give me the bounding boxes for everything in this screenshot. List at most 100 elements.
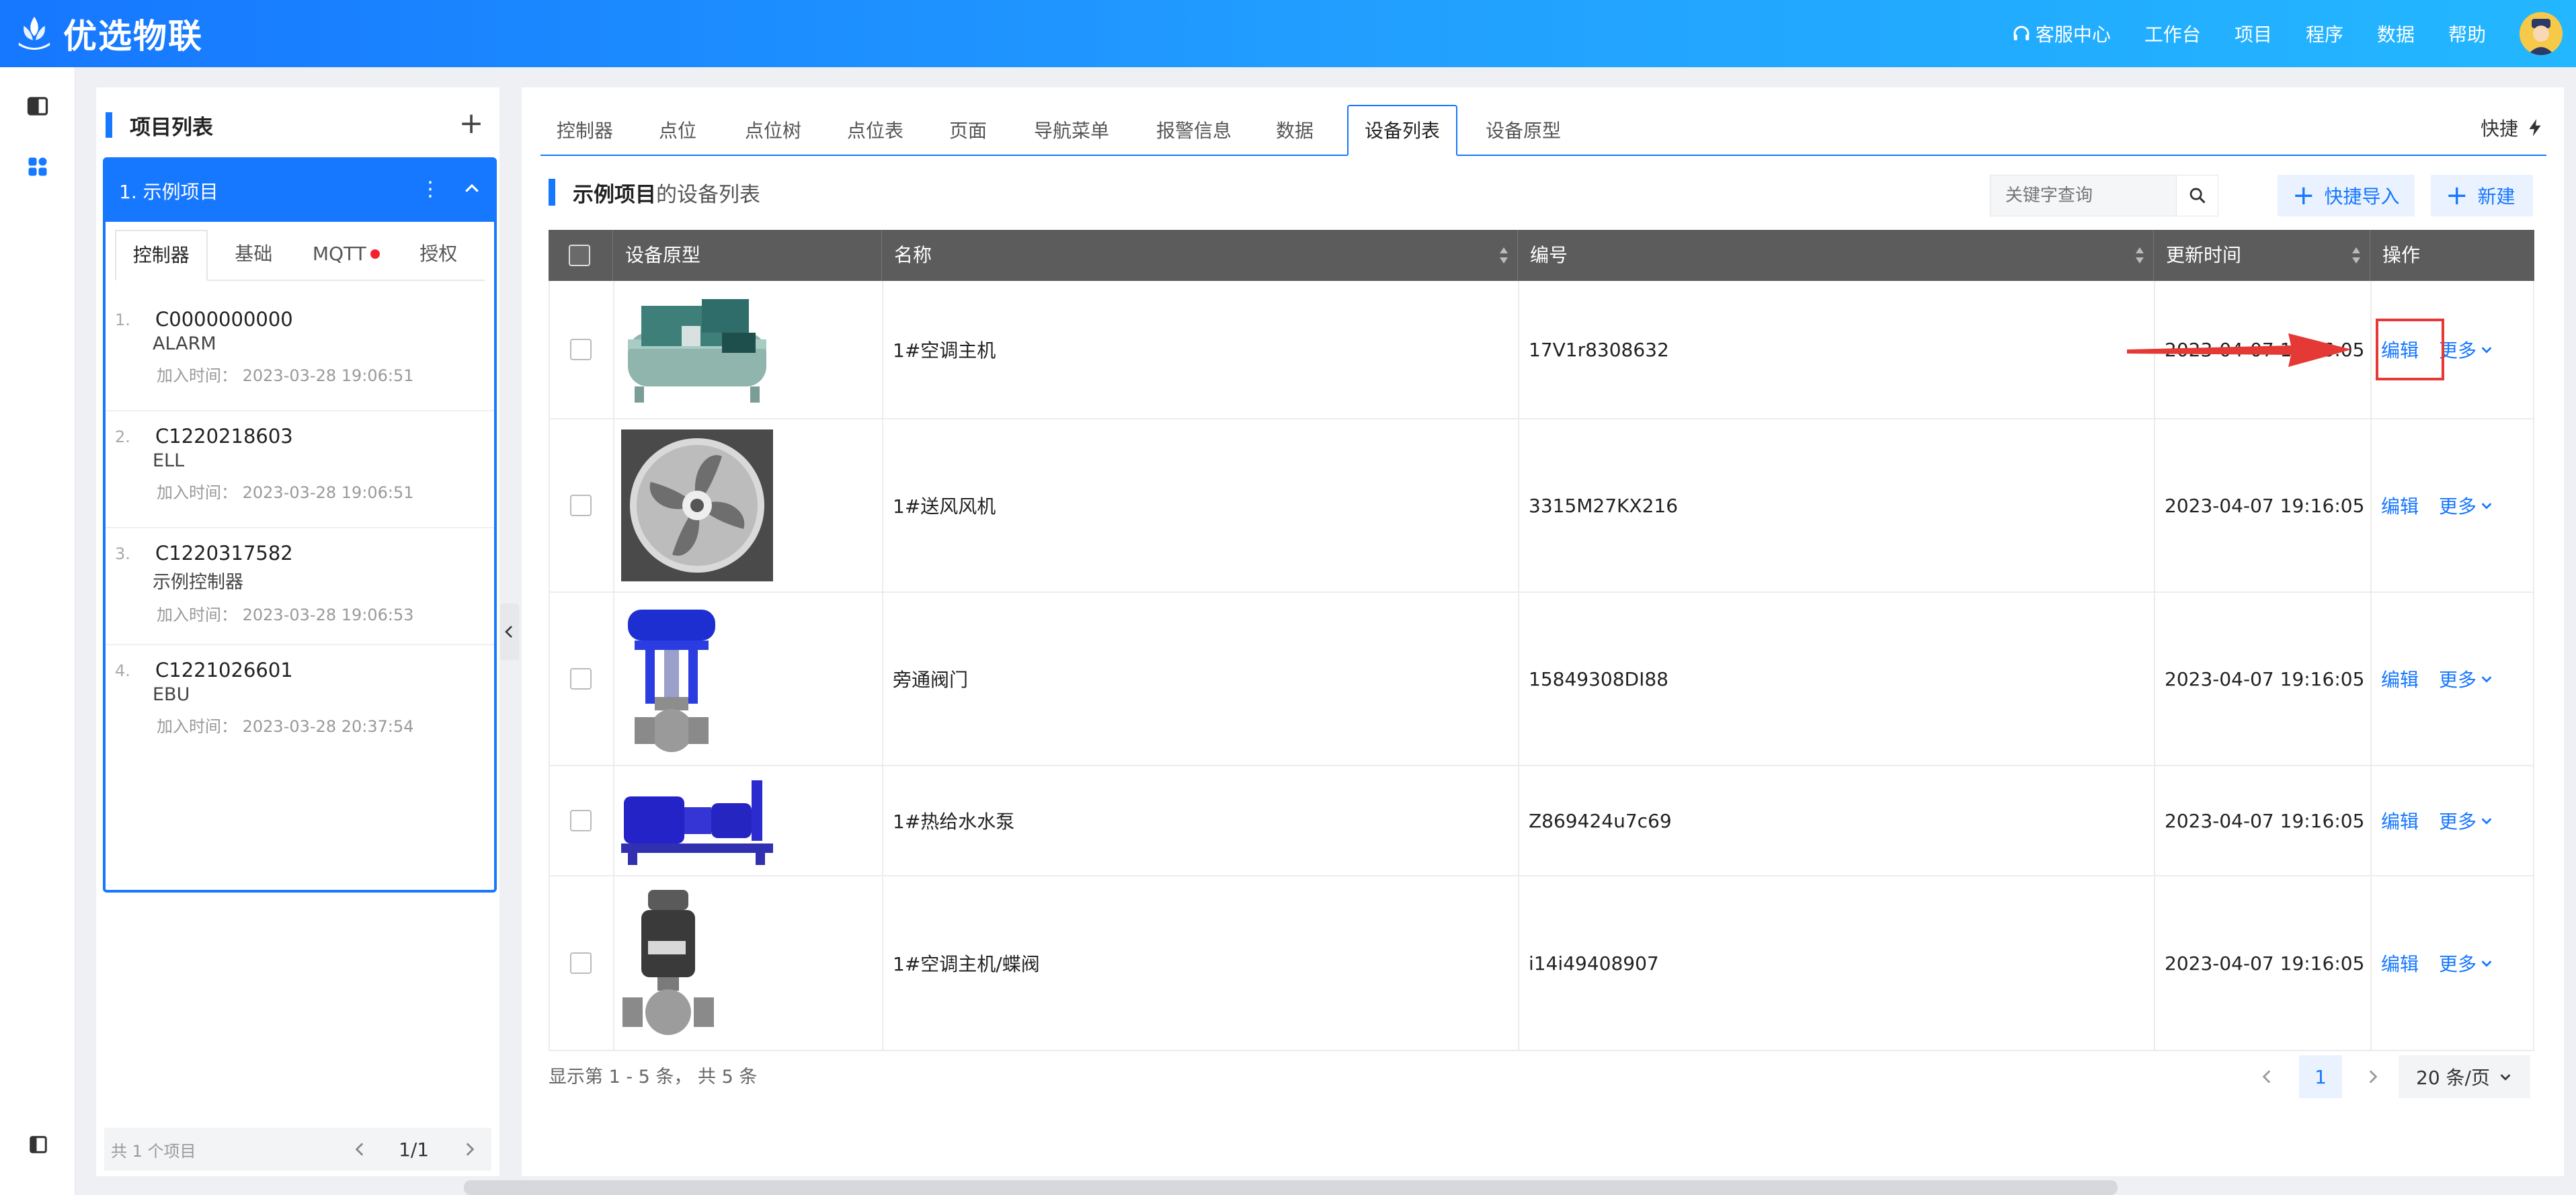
subtab-controller[interactable]: 控制器 <box>115 230 208 281</box>
controller-code: C1220218603 <box>155 425 293 448</box>
subtab-mqtt[interactable]: MQTT <box>300 230 392 280</box>
chevron-left-icon <box>505 626 512 638</box>
project-card-header[interactable]: 1. 示例项目 ⋮ <box>106 160 494 222</box>
chevron-left-icon <box>2262 1070 2271 1083</box>
section-title-suffix: 的设备列表 <box>656 182 760 207</box>
dashboard-icon[interactable] <box>26 155 50 179</box>
tab-point-tree[interactable]: 点位树 <box>729 106 817 156</box>
nav-workbench[interactable]: 工作台 <box>2144 20 2201 47</box>
avatar[interactable] <box>2520 12 2563 55</box>
prototype-cell <box>614 876 883 1050</box>
search-input[interactable] <box>1990 186 2172 206</box>
nav-help[interactable]: 帮助 <box>2448 20 2486 47</box>
chevron-down-icon <box>2481 347 2492 354</box>
page-size-select[interactable]: 20 条/页 <box>2399 1055 2530 1098</box>
prototype-cell <box>614 593 883 765</box>
page-size-label: 20 条/页 <box>2416 1067 2490 1089</box>
col-name[interactable]: 名称 <box>882 230 1518 281</box>
more-dropdown[interactable]: 更多 <box>2439 492 2494 519</box>
edit-button[interactable]: 编辑 <box>2381 665 2419 692</box>
chevron-right-icon[interactable] <box>460 1141 478 1158</box>
controller-item[interactable]: 4. C1221026601 EBU 加入时间： 2023-03-28 20:3… <box>106 645 494 762</box>
project-count: 共 1 个项目 <box>111 1141 196 1161</box>
add-project-button[interactable]: + <box>456 109 486 140</box>
chevron-down-icon <box>2500 1074 2511 1081</box>
project-name: 1. 示例项目 <box>119 181 218 203</box>
more-dropdown[interactable]: 更多 <box>2439 336 2494 363</box>
select-all-checkbox[interactable] <box>569 245 590 266</box>
service-center-link[interactable]: 客服中心 <box>2011 20 2111 47</box>
sidebar-toggle-icon[interactable] <box>28 1135 48 1155</box>
edit-button[interactable]: 编辑 <box>2381 807 2419 834</box>
controller-item[interactable]: 1. C0000000000 ALARM 加入时间： 2023-03-28 19… <box>106 294 494 411</box>
subtab-basic[interactable]: 基础 <box>208 230 300 280</box>
nav-project[interactable]: 项目 <box>2235 20 2272 47</box>
horizontal-scrollbar[interactable] <box>464 1180 2118 1195</box>
panel-collapse-handle[interactable] <box>500 604 519 660</box>
row-checkbox[interactable] <box>570 952 592 974</box>
project-pager: 共 1 个项目 1/1 <box>104 1128 491 1171</box>
subtab-auth[interactable]: 授权 <box>393 230 485 280</box>
col-time-label: 更新时间 <box>2166 244 2242 266</box>
col-code[interactable]: 编号 <box>1518 230 2154 281</box>
row-checkbox[interactable] <box>570 810 592 831</box>
more-label: 更多 <box>2439 669 2477 691</box>
page-button-current[interactable]: 1 <box>2299 1055 2342 1098</box>
new-button[interactable]: + 新建 <box>2431 175 2533 216</box>
title-marker <box>549 179 555 206</box>
more-vertical-icon[interactable]: ⋮ <box>420 177 440 201</box>
controller-index: 1. <box>115 311 130 329</box>
next-page-button[interactable] <box>2356 1055 2389 1098</box>
tab-device-list[interactable]: 设备列表 <box>1347 105 1458 156</box>
quick-import-button[interactable]: + 快捷导入 <box>2278 175 2415 216</box>
controller-item[interactable]: 2. C1220218603 ELL 加入时间： 2023-03-28 19:0… <box>106 411 494 528</box>
prototype-cell <box>614 766 883 875</box>
row-checkbox[interactable] <box>570 495 592 516</box>
table-row: 旁通阀门 15849308DI88 2023-04-07 19:16:05 编辑… <box>549 593 2534 766</box>
project-panel: 项目列表 + 1. 示例项目 ⋮ 控制器 基础 MQTT 授权 1. C0000… <box>96 87 499 1176</box>
select-all-cell <box>549 230 613 281</box>
device-name: 1#热给水水泵 <box>883 766 1519 875</box>
edit-button[interactable]: 编辑 <box>2381 950 2419 977</box>
tab-data[interactable]: 数据 <box>1260 106 1330 156</box>
edit-button[interactable]: 编辑 <box>2381 492 2419 519</box>
more-label: 更多 <box>2439 811 2477 833</box>
quick-menu[interactable]: 快捷 <box>2481 114 2544 141</box>
device-code: 15849308DI88 <box>1519 593 2155 765</box>
search-button[interactable] <box>2176 175 2218 216</box>
controller-time: 加入时间： 2023-03-28 20:37:54 <box>157 717 414 736</box>
chevron-left-icon[interactable] <box>352 1141 369 1158</box>
tab-controller[interactable]: 控制器 <box>540 106 629 156</box>
nav-program[interactable]: 程序 <box>2306 20 2343 47</box>
tab-alarm[interactable]: 报警信息 <box>1140 106 1248 156</box>
chiller-icon <box>621 292 773 407</box>
device-name: 1#送风风机 <box>883 419 1519 591</box>
prototype-cell <box>614 419 883 591</box>
prev-page-button[interactable] <box>2251 1055 2284 1098</box>
chevron-up-icon[interactable] <box>462 179 482 199</box>
more-dropdown[interactable]: 更多 <box>2439 665 2494 692</box>
app-logo[interactable]: 优选物联 <box>15 12 203 56</box>
controller-item[interactable]: 3. C1220317582 示例控制器 加入时间： 2023-03-28 19… <box>106 528 494 645</box>
quick-label: 快捷 <box>2480 118 2518 140</box>
nav-data[interactable]: 数据 <box>2377 20 2415 47</box>
book-icon[interactable] <box>26 94 50 118</box>
new-label: 新建 <box>2477 186 2515 208</box>
more-dropdown[interactable]: 更多 <box>2439 950 2494 977</box>
tab-point-table[interactable]: 点位表 <box>831 106 920 156</box>
tab-page[interactable]: 页面 <box>933 106 1003 156</box>
tab-point[interactable]: 点位 <box>643 106 713 156</box>
tab-nav-menu[interactable]: 导航菜单 <box>1018 106 1125 156</box>
row-checkbox[interactable] <box>570 339 592 360</box>
mqtt-status-dot <box>370 249 380 259</box>
more-dropdown[interactable]: 更多 <box>2439 807 2494 834</box>
row-checkbox[interactable] <box>570 668 592 690</box>
col-update-time[interactable]: 更新时间 <box>2154 230 2370 281</box>
table-header: 设备原型 名称 编号 更新时间 操作 <box>549 230 2534 281</box>
headset-icon <box>2013 26 2029 40</box>
subtab-basic-label: 基础 <box>235 243 273 265</box>
plus-icon: + <box>2446 180 2468 211</box>
tab-device-prototype[interactable]: 设备原型 <box>1470 106 1577 156</box>
update-time: 2023-04-07 19:16:05 <box>2155 876 2372 1050</box>
controller-code: C1220317582 <box>155 542 293 565</box>
